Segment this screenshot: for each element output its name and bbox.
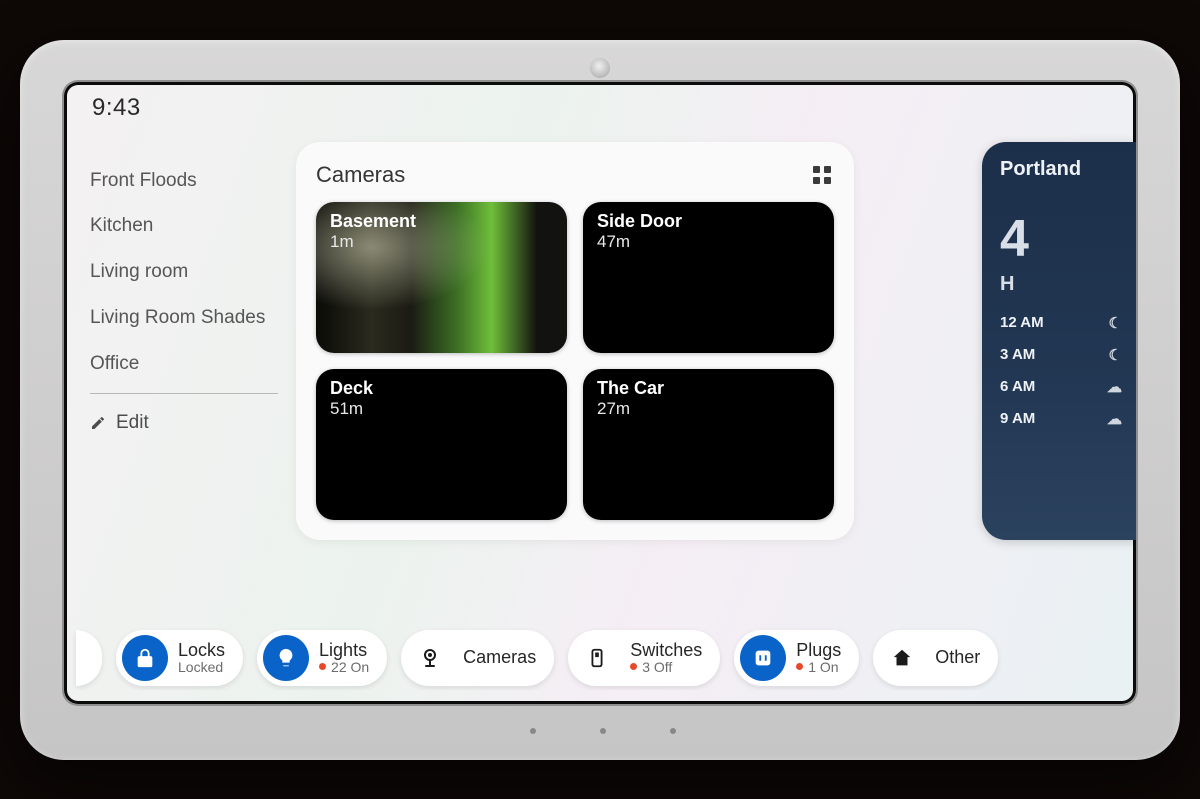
pencil-icon — [90, 415, 106, 431]
room-item[interactable]: Office — [86, 341, 282, 387]
camera-age: 51m — [330, 399, 373, 419]
camera-age: 1m — [330, 232, 416, 252]
camera-tile-basement[interactable]: Basement 1m — [316, 202, 567, 353]
camera-name: The Car — [597, 379, 664, 397]
chip-peek[interactable] — [76, 630, 102, 686]
mic-hole — [600, 728, 606, 734]
hour-label: 6 AM — [1000, 378, 1035, 396]
chip-title: Other — [935, 648, 980, 667]
weather-temp: 4 — [1000, 209, 1130, 269]
room-item[interactable]: Kitchen — [86, 203, 282, 249]
edit-label: Edit — [116, 412, 149, 434]
camera-tile-deck[interactable]: Deck 51m — [316, 369, 567, 520]
room-list: Front Floods Kitchen Living room Living … — [86, 158, 282, 446]
lock-icon — [122, 635, 168, 681]
camera-tile-the-car[interactable]: The Car 27m — [583, 369, 834, 520]
room-item[interactable]: Front Floods — [86, 158, 282, 204]
clock: 9:43 — [92, 94, 141, 122]
chip-title: Lights — [319, 641, 369, 660]
cloud-icon: ☁ — [1107, 410, 1122, 428]
camera-name: Side Door — [597, 212, 682, 230]
moon-icon: ☾ — [1109, 314, 1122, 332]
status-dot-icon — [319, 663, 326, 670]
camera-tile-side-door[interactable]: Side Door 47m — [583, 202, 834, 353]
room-item[interactable]: Living Room Shades — [86, 295, 282, 341]
switch-icon — [574, 635, 620, 681]
camera-grid: Basement 1m Side Door 47m Deck 51m — [316, 202, 834, 520]
chip-status: 22 On — [331, 660, 369, 675]
mic-hole — [530, 728, 536, 734]
chip-locks[interactable]: Locks Locked — [116, 630, 243, 686]
chip-status: 3 Off — [642, 660, 672, 675]
chip-title: Switches — [630, 641, 702, 660]
chip-other[interactable]: Other — [873, 630, 998, 686]
weather-city: Portland — [1000, 158, 1130, 181]
lightbulb-icon — [263, 635, 309, 681]
chip-plugs[interactable]: Plugs 1 On — [734, 630, 859, 686]
hour-label: 12 AM — [1000, 314, 1044, 332]
chip-status: 1 On — [808, 660, 838, 675]
weather-hi-label: H — [1000, 273, 1130, 296]
chip-title: Cameras — [463, 648, 536, 667]
room-item[interactable]: Living room — [86, 249, 282, 295]
hour-label: 9 AM — [1000, 410, 1035, 428]
camera-name: Basement — [330, 212, 416, 230]
grid-icon[interactable] — [810, 163, 834, 187]
camera-icon — [407, 635, 453, 681]
home-icon — [879, 635, 925, 681]
camera-age: 27m — [597, 399, 664, 419]
edit-button[interactable]: Edit — [86, 400, 282, 446]
status-dot-icon — [630, 663, 637, 670]
hour-label: 3 AM — [1000, 346, 1035, 364]
cloud-icon: ☁ — [1107, 378, 1122, 396]
weather-panel[interactable]: Portland 4 H 12 AM ☾ 3 AM ☾ 6 AM ☁ 9 AM ☁ — [982, 142, 1136, 540]
weather-hours: 12 AM ☾ 3 AM ☾ 6 AM ☁ 9 AM ☁ — [1000, 314, 1130, 428]
cameras-card: Cameras Basement 1m Side Doo — [296, 142, 854, 540]
chip-lights[interactable]: Lights 22 On — [257, 630, 387, 686]
camera-age: 47m — [597, 232, 682, 252]
moon-icon: ☾ — [1109, 346, 1122, 364]
status-dot-icon — [796, 663, 803, 670]
card-title: Cameras — [316, 162, 405, 188]
chip-status: Locked — [178, 660, 225, 675]
divider — [90, 393, 278, 394]
camera-name: Deck — [330, 379, 373, 397]
chip-title: Locks — [178, 641, 225, 660]
device-chips: Locks Locked Lights 22 On Cameras — [64, 626, 1136, 690]
device-frame: 9:43 Front Floods Kitchen Living room Li… — [20, 40, 1180, 760]
chip-switches[interactable]: Switches 3 Off — [568, 630, 720, 686]
device-camera — [590, 58, 610, 78]
chip-cameras[interactable]: Cameras — [401, 630, 554, 686]
mic-hole — [670, 728, 676, 734]
chip-title: Plugs — [796, 641, 841, 660]
plug-icon — [740, 635, 786, 681]
screen[interactable]: 9:43 Front Floods Kitchen Living room Li… — [64, 82, 1136, 704]
